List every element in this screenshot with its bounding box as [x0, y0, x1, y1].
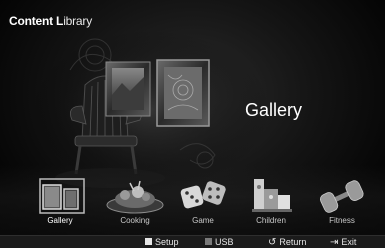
category-label: Children: [256, 216, 286, 225]
content-library-screen: Content Library Gallery Gallery Cooking: [0, 0, 385, 248]
blocks-icon: [252, 179, 292, 212]
return-icon: ↺: [268, 237, 277, 248]
white-key-icon: [145, 238, 152, 245]
dice-icon: [180, 181, 226, 209]
gallery-icon: [39, 178, 85, 214]
dumbbell-icon: [319, 180, 364, 213]
exit-icon: ⇥: [330, 237, 339, 248]
return-button[interactable]: ↺ Return: [268, 237, 306, 248]
page-title: Content Library: [9, 14, 92, 28]
category-label: Game: [192, 216, 214, 225]
remote-button-bar: Setup USB ↺ Return ⇥ Exit: [0, 235, 385, 248]
exit-button[interactable]: ⇥ Exit: [330, 237, 356, 248]
category-label: Gallery: [47, 216, 73, 225]
category-label: Fitness: [329, 216, 355, 225]
picture-frame-large: [156, 59, 210, 127]
category-label: Cooking: [120, 216, 150, 225]
cooking-icon: [106, 180, 164, 214]
setup-button[interactable]: Setup: [145, 237, 179, 248]
picture-frame-small: [105, 61, 151, 117]
usb-button[interactable]: USB: [205, 237, 234, 248]
selected-category-title: Gallery: [245, 100, 303, 120]
gray-key-icon: [205, 238, 212, 245]
